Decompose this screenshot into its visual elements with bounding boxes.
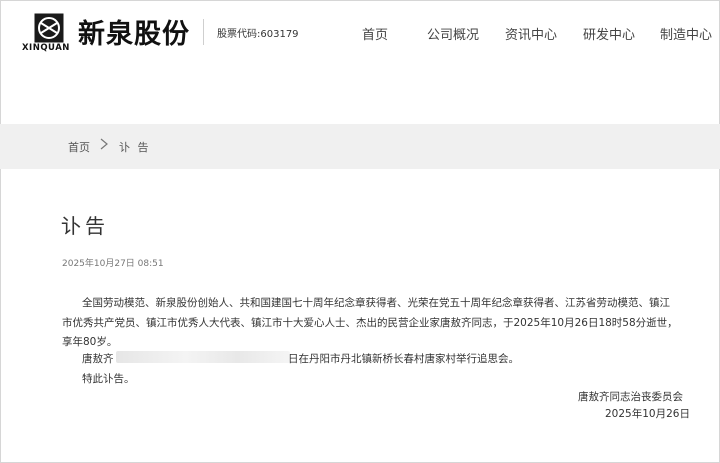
stock-code: 股票代码:603179 [217, 29, 299, 40]
nav-news-center[interactable]: 资讯中心 [505, 24, 557, 43]
nav-rd-center[interactable]: 研发中心 [583, 24, 635, 43]
site-header: XINQUAN 新泉股份 股票代码:603179 首页 公司概况 资讯中心 研发… [0, 0, 720, 68]
paragraph-line: 特此讣告。 [82, 373, 135, 385]
article-title: 讣告 [61, 214, 109, 238]
logo-chinese-name[interactable]: 新泉股份 [78, 12, 190, 51]
breadcrumb-home[interactable]: 首页 [68, 139, 90, 155]
nav-home[interactable]: 首页 [362, 24, 388, 43]
paragraph-line: 市优秀共产党员、镇江市优秀人大代表、镇江市十大爱心人士、杰出的民营企业家唐敖齐同… [62, 317, 678, 329]
breadcrumb-current: 讣 告 [119, 141, 151, 154]
logo-divider [203, 19, 204, 45]
logo-icon[interactable] [34, 13, 64, 43]
paragraph-line: 享年80岁。 [62, 336, 118, 348]
paragraph-line: 全国劳动模范、新泉股份创始人、共和国建国七十周年纪念章获得者、光荣在党五十周年纪… [82, 297, 670, 309]
paragraph-line-start: 唐敖齐 [82, 353, 114, 365]
signature-date: 2025年10月26日 [605, 408, 690, 420]
chevron-right-icon [100, 138, 108, 150]
signature-organization: 唐敖齐同志治丧委员会 [578, 391, 683, 403]
nav-manufacturing-center[interactable]: 制造中心 [660, 24, 712, 43]
nav-company-overview[interactable]: 公司概况 [427, 24, 479, 43]
article-date: 2025年10月27日 08:51 [62, 259, 164, 269]
paragraph-line-end: 日在丹阳市丹北镇新桥长春村唐家村举行追思会。 [288, 353, 519, 365]
logo-english: XINQUAN [22, 43, 70, 53]
redacted-text [116, 351, 290, 363]
